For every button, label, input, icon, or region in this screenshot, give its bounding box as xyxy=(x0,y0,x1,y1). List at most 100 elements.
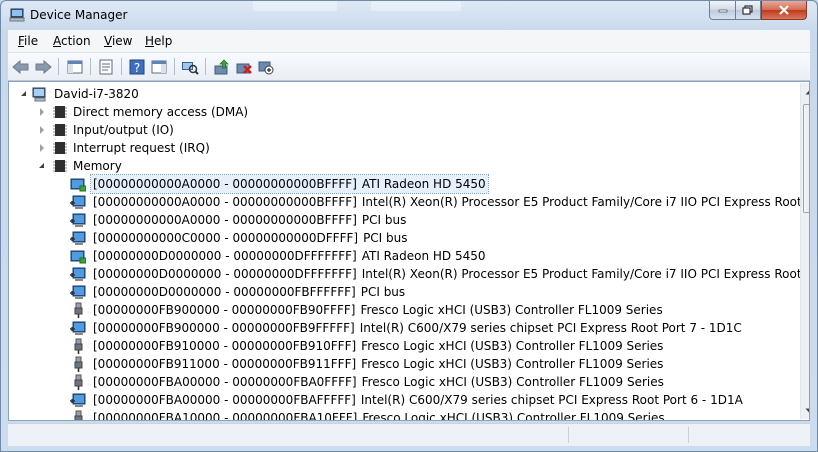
title-bar[interactable]: Device Manager xyxy=(1,1,817,30)
uninstall-icon xyxy=(236,63,252,74)
collapse-arrow-icon[interactable] xyxy=(21,91,26,96)
device-name: Intel(R) C600/X79 series chipset PCI Exp… xyxy=(360,393,743,407)
memory-entry-label: [00000000000A0000 - 00000000000BFFFF] Int… xyxy=(91,193,809,211)
memory-range: [00000000FB900000 - 00000000FB90FFFF] xyxy=(93,303,356,317)
device-name: Fresco Logic xHCI (USB3) Controller FL10… xyxy=(361,375,664,389)
update-driver-button[interactable] xyxy=(212,57,232,77)
memory-entry-label: [00000000FB900000 - 00000000FB9FFFFF] Int… xyxy=(91,319,744,337)
memory-entry-row[interactable]: [00000000D0000000 - 00000000DFFFFFFF] ATI… xyxy=(9,247,789,265)
memory-entry-row[interactable]: [00000000FB900000 - 00000000FB9FFFFF] Int… xyxy=(9,319,789,337)
system-device-icon xyxy=(70,285,86,299)
memory-range: [00000000000A0000 - 00000000000BFFFF] xyxy=(93,213,357,227)
tree-root-computer[interactable]: David-i7-3820 xyxy=(9,85,789,103)
memory-range: [00000000D0000000 - 00000000FBFFFFFF] xyxy=(93,285,356,299)
system-device-icon xyxy=(70,213,86,227)
memory-entry-row[interactable]: [00000000FB911000 - 00000000FB911FFF] Fre… xyxy=(9,355,789,373)
show-hide-console-tree-icon xyxy=(67,60,83,74)
device-name: PCI bus xyxy=(360,285,406,299)
memory-entry-row[interactable]: [00000000FBA00000 - 00000000FBA0FFFF] Fre… xyxy=(9,373,789,391)
toolbar-separator xyxy=(205,58,206,75)
display-adapter-icon xyxy=(70,250,86,264)
scrollbar-thumb[interactable] xyxy=(803,104,809,213)
expand-arrow-icon[interactable] xyxy=(40,144,44,152)
expand-arrow-icon[interactable] xyxy=(40,126,44,134)
memory-entry-row[interactable]: [00000000D0000000 - 00000000DFFFFFFF] Int… xyxy=(9,265,809,283)
device-name: Fresco Logic xHCI (USB3) Controller FL10… xyxy=(361,357,664,371)
menu-help[interactable]: Help xyxy=(145,34,172,48)
menu-view[interactable]: View xyxy=(104,34,132,48)
scroll-up-button[interactable] xyxy=(801,83,809,100)
menu-action[interactable]: Action xyxy=(53,34,91,48)
properties-button[interactable] xyxy=(96,57,116,77)
help-button[interactable]: ? xyxy=(127,57,147,77)
usb-controller-icon xyxy=(74,338,83,354)
usb-controller-icon xyxy=(74,356,83,372)
maximize-button[interactable] xyxy=(735,1,761,20)
toolbar-separator xyxy=(121,58,122,75)
menu-file[interactable]: File xyxy=(18,34,38,48)
memory-entry-row[interactable]: [00000000000A0000 - 00000000000BFFFF] ATI… xyxy=(9,174,789,194)
toolbar-separator xyxy=(90,58,91,75)
category-label: Interrupt request (IRQ) xyxy=(73,141,210,155)
system-device-icon xyxy=(70,321,86,335)
memory-entry-row[interactable]: [00000000FB910000 - 00000000FB910FFF] Fre… xyxy=(9,337,789,355)
memory-entry-row[interactable]: [00000000D0000000 - 00000000FBFFFFFF] PCI… xyxy=(9,283,789,301)
toolbar-separator xyxy=(58,58,59,75)
expand-arrow-icon[interactable] xyxy=(40,108,44,116)
disable-device-button[interactable] xyxy=(256,57,276,77)
close-icon xyxy=(779,5,789,15)
memory-entry-row[interactable]: [00000000FB900000 - 00000000FB90FFFF] Fre… xyxy=(9,301,789,319)
memory-entry-label: [00000000D0000000 - 00000000DFFFFFFF] Int… xyxy=(91,265,809,283)
memory-entry-label: [00000000FB911000 - 00000000FB911FFF] Fre… xyxy=(91,355,665,373)
toolbar-separator xyxy=(174,58,175,75)
memory-range: [00000000D0000000 - 00000000DFFFFFFF] xyxy=(93,267,357,281)
memory-entry-row[interactable]: [00000000FBA10000 - 00000000FBA10FFF] Fre… xyxy=(9,409,789,421)
device-name: Intel(R) Xeon(R) Processor E5 Product Fa… xyxy=(361,267,809,281)
memory-entry-label: [00000000FB900000 - 00000000FB90FFFF] Fre… xyxy=(91,301,665,319)
memory-entry-label: [00000000D0000000 - 00000000FBFFFFFF] PCI… xyxy=(91,283,407,301)
tree-category-irq[interactable]: Interrupt request (IRQ) xyxy=(9,139,789,157)
menu-bar: File Action View Help xyxy=(8,30,810,53)
memory-range: [00000000000A0000 - 00000000000BFFFF] xyxy=(93,177,357,191)
device-name: PCI bus xyxy=(363,231,408,245)
memory-entry-row[interactable]: [00000000000A0000 - 00000000000BFFFF] Int… xyxy=(9,193,809,211)
scan-hardware-button[interactable] xyxy=(180,57,200,77)
properties-icon xyxy=(99,59,113,75)
memory-range: [00000000D0000000 - 00000000DFFFFFFF] xyxy=(93,249,357,263)
action-pane-button[interactable] xyxy=(149,57,169,77)
memory-entry-row[interactable]: [00000000000C0000 - 00000000000DFFFF] PCI… xyxy=(9,229,789,247)
category-label: Memory xyxy=(73,159,122,173)
memory-entry-label: [00000000FBA00000 - 00000000FBAFFFFF] Int… xyxy=(91,391,745,409)
collapse-arrow-icon[interactable] xyxy=(39,163,44,168)
vertical-scrollbar[interactable] xyxy=(800,83,809,419)
forward-button[interactable] xyxy=(33,57,53,77)
memory-entry-row[interactable]: [00000000000A0000 - 00000000000BFFFF] PCI… xyxy=(9,211,789,229)
memory-entry-label: [00000000D0000000 - 00000000DFFFFFFF] ATI… xyxy=(91,247,488,265)
update-driver-icon xyxy=(214,59,229,75)
category-label: Input/output (IO) xyxy=(73,123,174,137)
computer-name: David-i7-3820 xyxy=(54,87,139,101)
device-tree[interactable]: David-i7-3820 Direct memory access (DMA)… xyxy=(8,81,810,421)
window-title: Device Manager xyxy=(30,8,128,22)
tree-category-io[interactable]: Input/output (IO) xyxy=(9,121,789,139)
memory-range: [00000000FBA10000 - 00000000FBA10FFF] xyxy=(93,411,358,421)
memory-entry-row[interactable]: [00000000FBA00000 - 00000000FBAFFFFF] Int… xyxy=(9,391,789,409)
memory-range: [00000000000C0000 - 00000000000DFFFF] xyxy=(93,231,359,245)
minimize-button[interactable] xyxy=(709,1,736,20)
device-manager-icon xyxy=(9,8,25,22)
system-device-icon xyxy=(70,393,86,407)
show-hide-console-tree-button[interactable] xyxy=(65,57,85,77)
display-adapter-icon xyxy=(70,178,86,192)
device-name: Intel(R) Xeon(R) Processor E5 Product Fa… xyxy=(361,195,809,209)
tree-category-memory[interactable]: Memory xyxy=(9,157,789,175)
chip-icon xyxy=(53,124,67,136)
forward-icon xyxy=(35,59,52,75)
tree-category-dma[interactable]: Direct memory access (DMA) xyxy=(9,103,789,121)
status-divider xyxy=(568,427,569,443)
scroll-down-button[interactable] xyxy=(801,402,809,419)
uninstall-button[interactable] xyxy=(234,57,254,77)
close-button[interactable] xyxy=(761,1,807,20)
device-name: PCI bus xyxy=(361,213,407,227)
memory-entry-label: [00000000000A0000 - 00000000000BFFFF] PCI… xyxy=(91,211,408,229)
back-button[interactable] xyxy=(11,57,31,77)
